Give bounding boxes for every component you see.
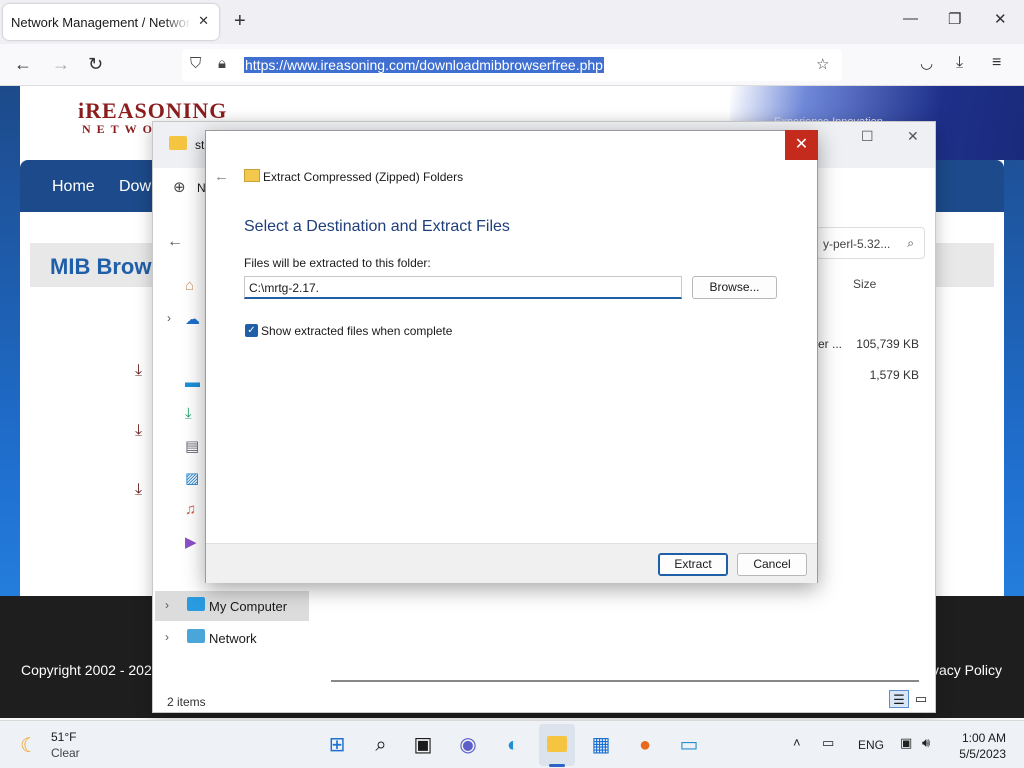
sidebar-item-label: My Computer (209, 599, 288, 614)
file-explorer-icon (547, 736, 567, 752)
search-icon[interactable]: ⌕ (368, 733, 394, 757)
download-link-icon[interactable]: ⤓ (135, 422, 142, 440)
chevron-right-icon[interactable]: › (167, 311, 171, 325)
volume-icon[interactable]: 🔊︎ (922, 735, 930, 751)
status-item-count: 2 items (167, 695, 206, 709)
browser-tab-bar: Network Management / Network Monitoring … (0, 0, 1024, 44)
reload-icon[interactable]: ↻ (88, 54, 103, 75)
chevron-up-icon[interactable]: ˄ (793, 735, 801, 750)
search-icon: ⌕ (907, 236, 914, 250)
dialog-title: Extract Compressed (Zipped) Folders (263, 170, 464, 184)
extract-button[interactable]: Extract (658, 553, 728, 576)
download-icon[interactable]: ⤓ (956, 54, 963, 72)
music-icon[interactable]: ♫ (185, 501, 196, 518)
documents-icon[interactable]: ▤ (185, 437, 199, 455)
task-view-icon[interactable]: ▣ (410, 733, 436, 757)
moon-weather-icon[interactable]: ☾ (20, 733, 38, 758)
menu-icon[interactable]: ≡ (992, 54, 1001, 72)
minimize-icon[interactable]: — (903, 10, 918, 27)
language-indicator[interactable]: ENG (858, 738, 884, 752)
explorer-maximize-icon[interactable]: ☐ (861, 128, 874, 145)
dialog-footer: Extract Cancel (206, 543, 817, 583)
start-windows-icon[interactable]: ⊞ (324, 733, 350, 757)
videos-icon[interactable]: ▶ (185, 533, 197, 551)
taskbar: ☾ 51°F Clear ⊞ ⌕ ▣ ◉ ◐ ▦ ● ▭ ˄ ▭ ENG ▣ 🔊… (0, 720, 1024, 768)
menu-download-link[interactable]: Dow (119, 178, 151, 196)
weather-condition[interactable]: Clear (51, 746, 80, 760)
dialog-heading: Select a Destination and Extract Files (244, 218, 510, 235)
new-tab-button[interactable]: + (234, 10, 246, 33)
computer-icon (187, 597, 205, 611)
pictures-icon[interactable]: ▨ (185, 469, 199, 487)
file-size-cell: 1,579 KB (869, 368, 919, 382)
restore-icon[interactable]: ❐ (948, 10, 961, 28)
active-app-indicator (549, 764, 565, 767)
folder-icon (169, 136, 187, 150)
tiles-view-icon[interactable]: ▭ (911, 690, 931, 708)
browser-tab[interactable]: Network Management / Network Monitoring … (3, 4, 219, 40)
chat-icon[interactable]: ◉ (455, 733, 481, 757)
explorer-search-input[interactable]: y-perl-5.32... ⌕ (816, 227, 925, 259)
weather-temperature[interactable]: 51°F (51, 730, 76, 744)
store-icon[interactable]: ▦ (588, 733, 614, 757)
footer-copyright: Copyright 2002 - 202 (21, 662, 152, 678)
back-arrow-icon[interactable]: ← (14, 54, 32, 75)
footer-privacy-link[interactable]: vacy Policy (932, 662, 1002, 678)
download-link-icon[interactable]: ⤓ (135, 481, 142, 499)
destination-folder-input[interactable]: C:\mrtg-2.17. (244, 276, 682, 299)
destination-label: Files will be extracted to this folder: (244, 256, 431, 270)
search-text: y-perl-5.32... (823, 237, 891, 251)
explorer-back-icon[interactable]: ← (167, 233, 183, 251)
forward-arrow-icon[interactable]: → (52, 54, 70, 75)
home-icon[interactable]: ⌂ (185, 277, 194, 294)
new-plus-icon[interactable]: ⊕ (173, 178, 186, 196)
tab-title: Network Management / Network Monitoring (11, 14, 191, 30)
sidebar-item-network[interactable]: › Network (155, 623, 309, 653)
cancel-button[interactable]: Cancel (737, 553, 807, 576)
downloads-icon[interactable]: ⤓ (185, 405, 192, 422)
dialog-back-icon[interactable]: ← (214, 168, 229, 185)
chevron-right-icon[interactable]: › (165, 598, 169, 612)
browse-button[interactable]: Browse... (692, 276, 777, 299)
page-title: MIB Brow (50, 254, 152, 279)
remote-desktop-icon[interactable]: ▭ (676, 733, 702, 757)
horizontal-scrollbar[interactable] (331, 680, 919, 682)
close-window-icon[interactable]: ✕ (994, 10, 1007, 28)
file-size-cell: 105,739 KB (856, 337, 919, 351)
explorer-title: st (195, 138, 205, 152)
desktop-icon[interactable]: ▬ (185, 374, 200, 391)
download-link-icon[interactable]: ⤓ (135, 362, 142, 380)
keyboard-icon[interactable]: ▭ (822, 735, 834, 751)
pocket-icon[interactable]: ◡ (920, 54, 933, 72)
network-status-icon[interactable]: ▣ (900, 735, 912, 751)
chevron-right-icon[interactable]: › (165, 630, 169, 644)
show-files-checkbox[interactable]: ✓ (245, 324, 258, 337)
clock-time: 1:00 AM (961, 731, 1006, 745)
network-icon (187, 629, 205, 643)
edge-browser-icon[interactable]: ◐ (500, 733, 526, 757)
tab-close-icon[interactable]: ✕ (198, 13, 209, 29)
shield-icon[interactable]: ⛉ (190, 55, 201, 72)
dialog-close-button[interactable]: ✕ (785, 130, 818, 160)
details-view-icon[interactable]: ☰ (889, 690, 909, 708)
lock-icon[interactable]: 🔒︎ (218, 55, 226, 72)
column-header-size[interactable]: Size (853, 277, 876, 291)
address-bar[interactable]: ⛉ 🔒︎ https://www.ireasoning.com/download… (182, 49, 842, 81)
file-explorer-taskbar-button[interactable] (539, 724, 575, 766)
show-files-checkbox-label[interactable]: Show extracted files when complete (261, 324, 452, 338)
menu-home-link[interactable]: Home (52, 178, 95, 196)
explorer-close-icon[interactable]: ✕ (907, 128, 919, 145)
zip-folder-icon (244, 169, 260, 182)
sidebar-item-label: Network (209, 631, 257, 646)
extract-dialog: ✕ ← Extract Compressed (Zipped) Folders … (205, 130, 818, 583)
sidebar-item-my-computer[interactable]: › My Computer (155, 591, 309, 621)
system-clock[interactable]: 1:00 AM 5/5/2023 (959, 730, 1006, 762)
clock-date: 5/5/2023 (959, 747, 1006, 761)
browser-nav-bar: ← → ↻ ⛉ 🔒︎ https://www.ireasoning.com/do… (0, 44, 1024, 86)
star-bookmark-icon[interactable]: ☆ (816, 55, 829, 73)
url-text[interactable]: https://www.ireasoning.com/downloadmibbr… (244, 57, 604, 73)
file-type-cell: er ... (818, 337, 843, 351)
onedrive-cloud-icon[interactable]: ☁ (185, 310, 200, 328)
firefox-icon[interactable]: ● (632, 733, 658, 757)
